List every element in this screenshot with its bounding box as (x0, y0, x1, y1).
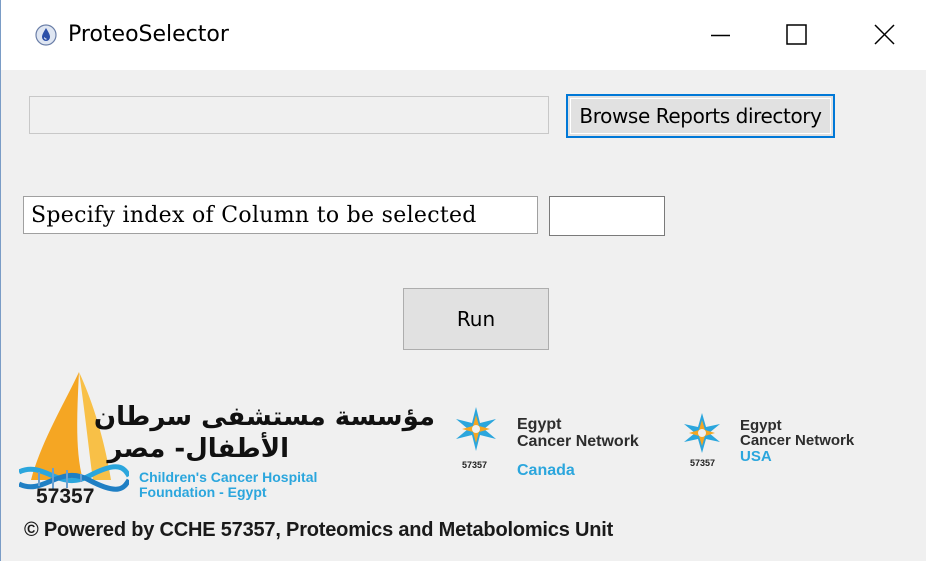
ecn-usa-name: Egypt Cancer Network (740, 418, 854, 448)
minimize-button[interactable] (673, 0, 765, 70)
ecn-canada-name: Egypt Cancer Network (517, 416, 639, 450)
minimize-icon (711, 34, 730, 37)
ecn-usa-line1: Egypt (740, 417, 782, 434)
window-title: ProteoSelector (68, 22, 229, 47)
powered-by-footer: © Powered by CCHE 57357, Proteomics and … (24, 519, 614, 541)
ecn-usa-line2: Cancer Network (740, 432, 855, 449)
run-button[interactable]: Run (403, 288, 549, 350)
ecn-canada-line2: Cancer Network (517, 433, 639, 450)
cche-logo-number: 57357 (36, 485, 95, 508)
cche-english-line1: Children's Cancer Hospital (139, 469, 318, 485)
ecn-canada-star-icon (456, 407, 496, 451)
reports-directory-field[interactable] (29, 96, 549, 134)
ecn-usa-star-icon (684, 413, 720, 453)
ecn-canada-line1: Egypt (517, 416, 562, 433)
cche-english-line2: Foundation - Egypt (139, 484, 267, 500)
app-window: ProteoSelector Browse Reports directory … (0, 0, 926, 561)
ecn-canada-country: Canada (517, 462, 575, 479)
browse-reports-button[interactable]: Browse Reports directory (566, 94, 835, 138)
cche-arabic-line2: الأطفال- مصر (107, 434, 289, 464)
ecn-usa-country: USA (740, 448, 772, 465)
close-button[interactable] (837, 0, 926, 70)
column-index-input[interactable] (549, 196, 665, 236)
ecn-canada-number: 57357 (462, 460, 488, 470)
app-droplet-icon (35, 24, 57, 46)
column-index-label: Specify index of Column to be selected (23, 196, 538, 234)
ecn-usa-number: 57357 (690, 458, 716, 468)
close-icon (874, 24, 895, 45)
cche-arabic-line1: مؤسسة مستشفى سرطان (93, 402, 435, 432)
title-bar[interactable]: ProteoSelector (1, 0, 926, 70)
